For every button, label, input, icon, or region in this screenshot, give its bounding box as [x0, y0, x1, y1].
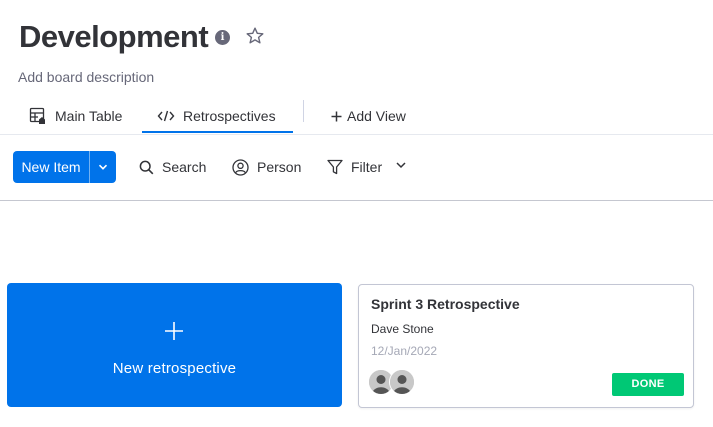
new-item-button[interactable]: New Item [13, 151, 116, 183]
tab-retrospectives[interactable]: Retrospectives [157, 98, 276, 134]
toolbar-divider [0, 200, 713, 201]
retrospective-card[interactable]: Sprint 3 Retrospective Dave Stone 12/Jan… [358, 284, 694, 408]
card-title: Sprint 3 Retrospective [371, 296, 520, 312]
chevron-down-icon [396, 162, 406, 169]
chevron-down-icon [98, 164, 108, 170]
plus-icon [165, 322, 183, 340]
filter-dropdown-button[interactable] [394, 158, 408, 172]
person-icon [232, 158, 249, 176]
new-item-label[interactable]: New Item [13, 151, 89, 183]
tab-main-table[interactable]: Main Table [29, 98, 122, 134]
info-icon[interactable]: i [215, 30, 230, 45]
tab-separator [303, 100, 304, 122]
card-date: 12/Jan/2022 [371, 344, 438, 358]
card-person: Dave Stone [371, 322, 434, 336]
filter-button[interactable]: Filter [327, 151, 382, 183]
new-item-dropdown[interactable] [90, 151, 116, 183]
code-icon [157, 109, 175, 123]
active-tab-indicator [142, 131, 293, 133]
tab-retrospectives-label: Retrospectives [183, 108, 276, 124]
person-filter-button[interactable]: Person [232, 151, 301, 183]
table-icon [29, 107, 47, 125]
search-button[interactable]: Search [139, 151, 206, 183]
add-view-button[interactable]: Add View [331, 98, 406, 134]
avatar-icon[interactable] [389, 369, 415, 395]
new-retrospective-button[interactable]: New retrospective [7, 283, 342, 407]
search-label: Search [162, 159, 207, 175]
board-description[interactable]: Add board description [18, 69, 154, 85]
person-label: Person [257, 159, 302, 175]
filter-label: Filter [351, 159, 383, 175]
status-badge[interactable]: DONE [612, 373, 684, 396]
search-icon [139, 160, 154, 175]
plus-icon [331, 111, 342, 122]
new-retrospective-label: New retrospective [112, 360, 237, 377]
add-view-label: Add View [347, 108, 406, 124]
tab-main-table-label: Main Table [55, 108, 123, 124]
filter-icon [327, 159, 343, 175]
board-title[interactable]: Development [19, 17, 209, 57]
star-icon[interactable] [245, 26, 265, 46]
tabs-divider [0, 134, 713, 135]
